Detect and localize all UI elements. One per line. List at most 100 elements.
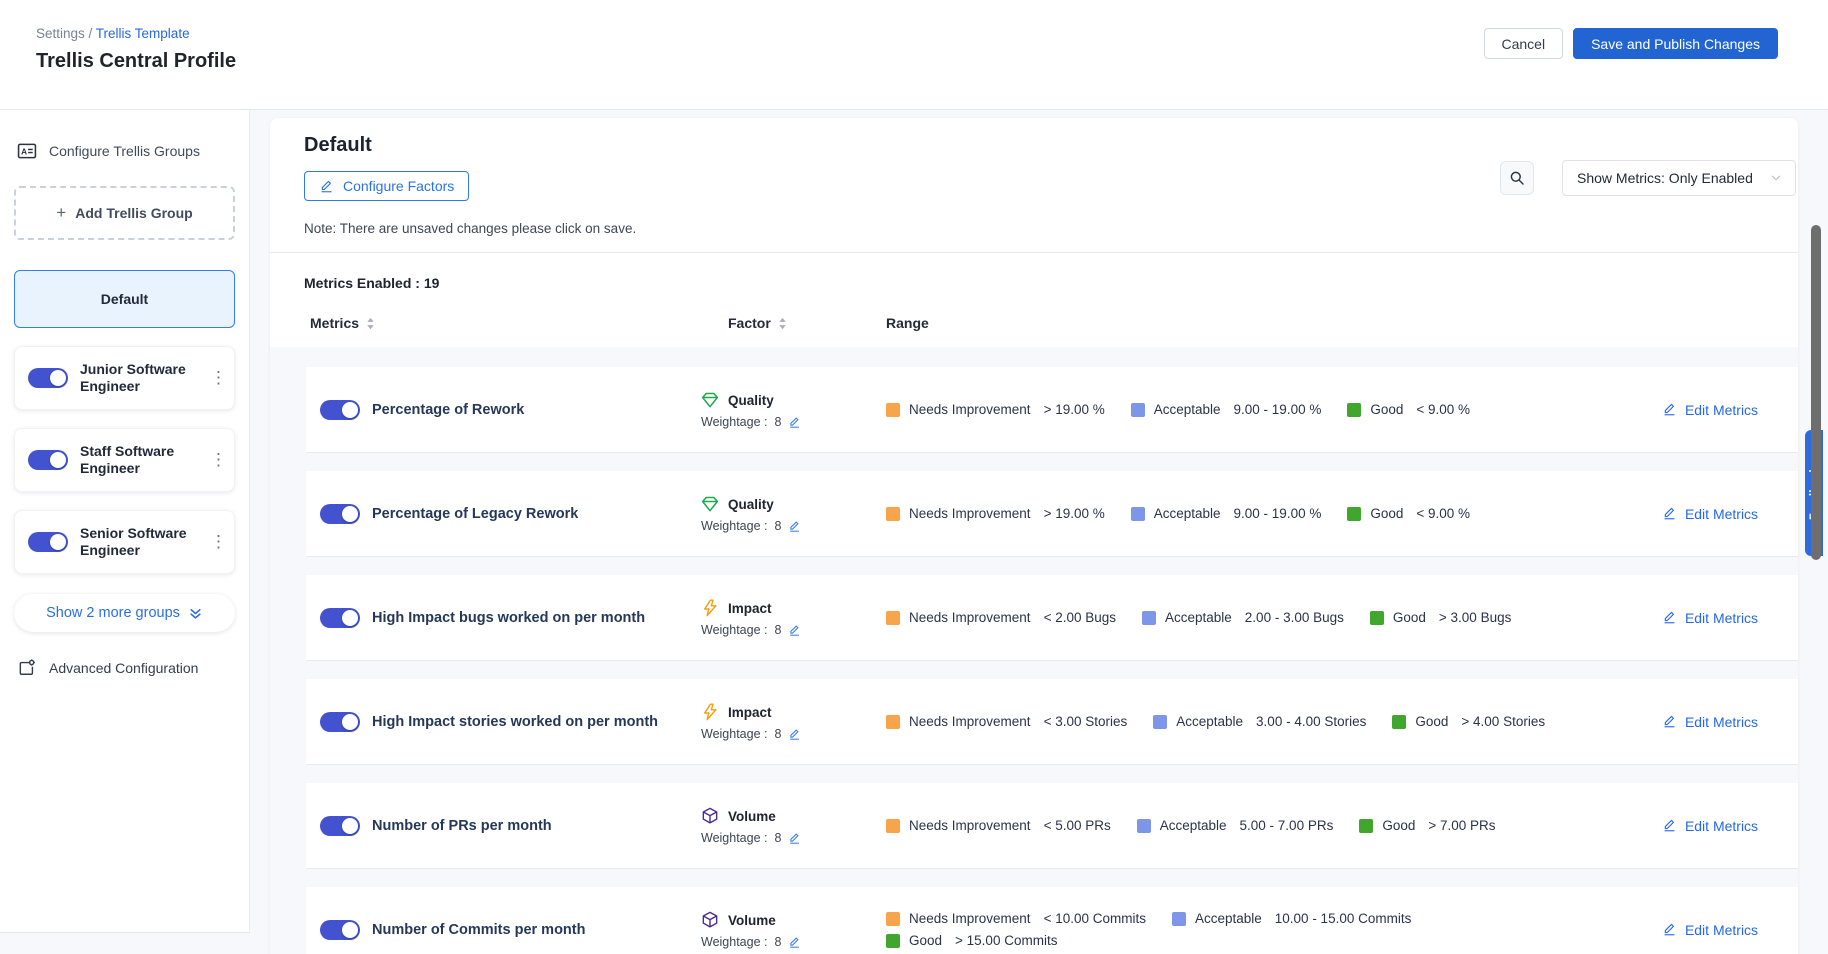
metric-cell: Number of Commits per month bbox=[320, 920, 700, 940]
toggle-knob bbox=[342, 818, 358, 834]
group-name: Senior Software Engineer bbox=[80, 525, 198, 559]
sidebar-item-staff-software-engineer[interactable]: Staff Software Engineer ⋮ bbox=[14, 428, 235, 492]
double-chevron-down-icon bbox=[188, 606, 203, 621]
metric-row: Number of PRs per month Volume Weightage… bbox=[306, 783, 1798, 869]
sidebar: A Configure Trellis Groups + Add Trellis… bbox=[0, 110, 250, 933]
weightage-value: 8 bbox=[774, 727, 781, 741]
unsaved-changes-note: Note: There are unsaved changes please c… bbox=[304, 221, 1764, 236]
weightage-line: Weightage : 8 bbox=[700, 935, 886, 949]
plus-icon: + bbox=[56, 203, 66, 223]
kebab-menu-icon[interactable]: ⋮ bbox=[210, 368, 226, 388]
kebab-menu-icon[interactable]: ⋮ bbox=[210, 532, 226, 552]
range-value: > 19.00 % bbox=[1044, 402, 1105, 417]
quality-icon bbox=[700, 494, 720, 514]
column-header-metrics[interactable]: Metrics bbox=[310, 315, 700, 331]
group-toggle[interactable] bbox=[28, 450, 68, 470]
range-color-swatch bbox=[886, 934, 900, 948]
toggle-knob bbox=[50, 370, 66, 386]
breadcrumb-settings[interactable]: Settings bbox=[36, 26, 85, 41]
factor-cell: Volume Weightage : 8 bbox=[700, 910, 886, 949]
pencil-icon bbox=[1662, 818, 1677, 833]
configure-factors-label: Configure Factors bbox=[343, 178, 454, 194]
show-more-groups-button[interactable]: Show 2 more groups bbox=[14, 594, 235, 632]
configure-factors-button[interactable]: Configure Factors bbox=[304, 171, 469, 201]
edit-weightage-icon[interactable] bbox=[788, 624, 801, 637]
metric-name: High Impact stories worked on per month bbox=[372, 714, 658, 730]
scrollbar-thumb[interactable] bbox=[1811, 225, 1821, 560]
metric-row: High Impact bugs worked on per month Imp… bbox=[306, 575, 1798, 661]
column-header-factor[interactable]: Factor bbox=[700, 315, 886, 331]
edit-metrics-link[interactable]: Edit Metrics bbox=[1662, 610, 1758, 626]
metric-name: Number of PRs per month bbox=[372, 818, 552, 834]
search-button[interactable] bbox=[1500, 161, 1534, 195]
range-color-swatch bbox=[1131, 403, 1145, 417]
header-actions: Cancel Save and Publish Changes bbox=[1484, 28, 1779, 59]
range-value: < 10.00 Commits bbox=[1044, 911, 1146, 926]
edit-metrics-link[interactable]: Edit Metrics bbox=[1662, 714, 1758, 730]
breadcrumb-trellis-template[interactable]: Trellis Template bbox=[96, 26, 190, 41]
range-label: Acceptable bbox=[1154, 506, 1221, 521]
edit-metrics-link[interactable]: Edit Metrics bbox=[1662, 506, 1758, 522]
group-toggle[interactable] bbox=[28, 532, 68, 552]
range-color-swatch bbox=[1347, 403, 1361, 417]
weightage-label: Weightage : bbox=[701, 727, 767, 741]
range-label: Needs Improvement bbox=[909, 610, 1031, 625]
group-toggle[interactable] bbox=[28, 368, 68, 388]
cancel-button[interactable]: Cancel bbox=[1484, 28, 1564, 59]
trellis-groups-label: Configure Trellis Groups bbox=[49, 143, 200, 159]
range-item: Needs Improvement > 19.00 % bbox=[886, 506, 1105, 521]
kebab-menu-icon[interactable]: ⋮ bbox=[210, 450, 226, 470]
advanced-configuration-button[interactable]: Advanced Configuration bbox=[14, 658, 235, 678]
range-item: Acceptable 3.00 - 4.00 Stories bbox=[1153, 714, 1366, 729]
toggle-knob bbox=[50, 452, 66, 468]
factor-cell: Impact Weightage : 8 bbox=[700, 702, 886, 741]
sidebar-item-default[interactable]: Default bbox=[14, 270, 235, 328]
weightage-value: 8 bbox=[774, 519, 781, 533]
toggle-knob bbox=[50, 534, 66, 550]
edit-weightage-icon[interactable] bbox=[788, 832, 801, 845]
edit-metrics-link[interactable]: Edit Metrics bbox=[1662, 922, 1758, 938]
range-item: Needs Improvement < 3.00 Stories bbox=[886, 714, 1127, 729]
trellis-groups-header: A Configure Trellis Groups bbox=[14, 140, 235, 162]
search-icon bbox=[1509, 170, 1525, 186]
edit-weightage-icon[interactable] bbox=[788, 936, 801, 949]
metric-toggle[interactable] bbox=[320, 400, 360, 420]
metric-toggle[interactable] bbox=[320, 712, 360, 732]
factor-line: Quality bbox=[700, 390, 886, 410]
show-metrics-value: Show Metrics: Only Enabled bbox=[1577, 170, 1753, 186]
weightage-value: 8 bbox=[774, 831, 781, 845]
range-label: Acceptable bbox=[1165, 610, 1232, 625]
metric-toggle[interactable] bbox=[320, 504, 360, 524]
range-color-swatch bbox=[1392, 715, 1406, 729]
edit-metrics-label: Edit Metrics bbox=[1685, 922, 1758, 938]
edit-weightage-icon[interactable] bbox=[788, 416, 801, 429]
pencil-icon bbox=[1662, 714, 1677, 729]
edit-metrics-link[interactable]: Edit Metrics bbox=[1662, 402, 1758, 418]
column-header-range: Range bbox=[886, 315, 1622, 331]
edit-cell: Edit Metrics bbox=[1622, 818, 1798, 834]
range-item: Needs Improvement < 10.00 Commits bbox=[886, 911, 1146, 926]
group-name: Staff Software Engineer bbox=[80, 443, 198, 477]
sidebar-item-senior-software-engineer[interactable]: Senior Software Engineer ⋮ bbox=[14, 510, 235, 574]
edit-weightage-icon[interactable] bbox=[788, 728, 801, 741]
range-color-swatch bbox=[886, 507, 900, 521]
sidebar-item-junior-software-engineer[interactable]: Junior Software Engineer ⋮ bbox=[14, 346, 235, 410]
edit-metrics-link[interactable]: Edit Metrics bbox=[1662, 818, 1758, 834]
metrics-enabled-counter: Metrics Enabled : 19 bbox=[270, 253, 1798, 301]
metric-toggle[interactable] bbox=[320, 816, 360, 836]
content-area: A Configure Trellis Groups + Add Trellis… bbox=[0, 110, 1828, 954]
volume-icon bbox=[700, 806, 720, 826]
metric-toggle[interactable] bbox=[320, 608, 360, 628]
edit-weightage-icon[interactable] bbox=[788, 520, 801, 533]
range-value: < 5.00 PRs bbox=[1044, 818, 1111, 833]
group-name: Junior Software Engineer bbox=[80, 361, 198, 395]
show-metrics-dropdown[interactable]: Show Metrics: Only Enabled bbox=[1562, 160, 1796, 196]
range-label: Acceptable bbox=[1154, 402, 1221, 417]
range-list: Needs Improvement < 5.00 PRs Acceptable … bbox=[886, 818, 1622, 833]
range-value: > 15.00 Commits bbox=[955, 933, 1057, 948]
add-trellis-group-button[interactable]: + Add Trellis Group bbox=[14, 186, 235, 240]
range-color-swatch bbox=[886, 403, 900, 417]
metric-toggle[interactable] bbox=[320, 920, 360, 940]
save-publish-button[interactable]: Save and Publish Changes bbox=[1573, 28, 1778, 59]
metric-cell: Number of PRs per month bbox=[320, 816, 700, 836]
